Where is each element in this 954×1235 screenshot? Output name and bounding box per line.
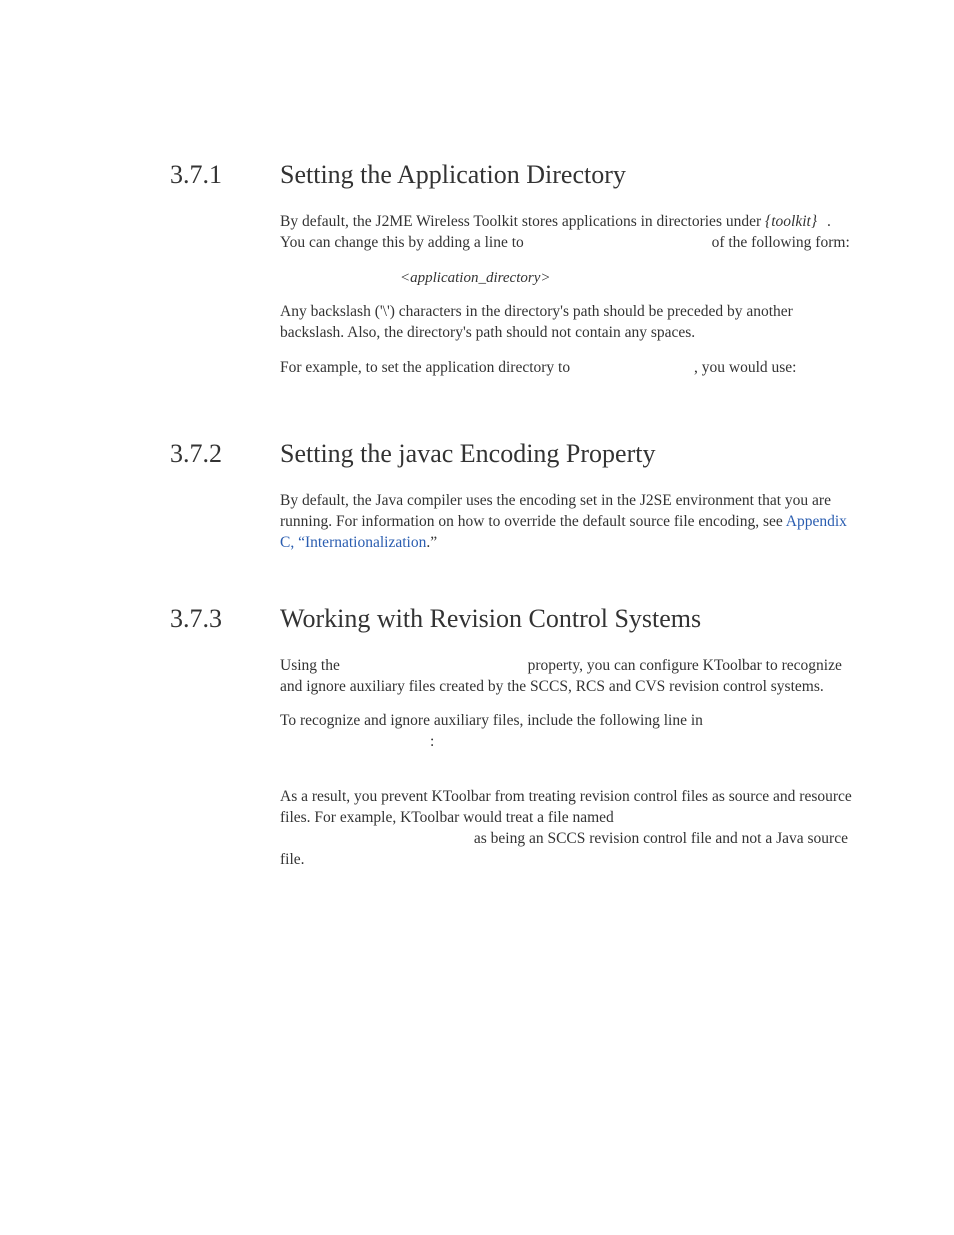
section-title: Setting the Application Directory xyxy=(280,160,626,190)
text: property, you can configure KToolbar to … xyxy=(280,657,842,695)
section-body: By default, the Java compiler uses the e… xyxy=(280,491,854,554)
section-title: Setting the javac Encoding Property xyxy=(280,439,655,469)
section-371: 3.7.1 Setting the Application Directory … xyxy=(170,160,854,379)
section-body: Using the property, you can configure KT… xyxy=(280,656,854,871)
text: of the following form: xyxy=(708,234,850,251)
code-template: <application_directory> xyxy=(400,268,854,288)
text: .” xyxy=(426,534,437,551)
text: To recognize and ignore auxiliary files,… xyxy=(280,712,703,729)
document-page: 3.7.1 Setting the Application Directory … xyxy=(0,0,954,1235)
text: For example, to set the application dire… xyxy=(280,359,574,376)
text: as being an SCCS revision control file a… xyxy=(280,830,848,868)
paragraph: By default, the Java compiler uses the e… xyxy=(280,491,854,554)
text: As a result, you prevent KToolbar from t… xyxy=(280,788,852,826)
section-number: 3.7.2 xyxy=(170,439,280,469)
text: : xyxy=(430,733,434,750)
section-title: Working with Revision Control Systems xyxy=(280,604,701,634)
paragraph: Any backslash ('\') characters in the di… xyxy=(280,302,854,344)
text: By default, the Java compiler uses the e… xyxy=(280,492,831,530)
section-373: 3.7.3 Working with Revision Control Syst… xyxy=(170,604,854,871)
text: , you would use: xyxy=(694,359,796,376)
paragraph: For example, to set the application dire… xyxy=(280,358,854,379)
paragraph: Using the property, you can configure KT… xyxy=(280,656,854,698)
section-body: By default, the J2ME Wireless Toolkit st… xyxy=(280,212,854,379)
toolkit-placeholder: {toolkit} xyxy=(765,213,817,230)
paragraph: By default, the J2ME Wireless Toolkit st… xyxy=(280,212,854,254)
paragraph: To recognize and ignore auxiliary files,… xyxy=(280,711,854,753)
heading-row: 3.7.3 Working with Revision Control Syst… xyxy=(170,604,854,634)
heading-row: 3.7.1 Setting the Application Directory xyxy=(170,160,854,190)
section-372: 3.7.2 Setting the javac Encoding Propert… xyxy=(170,439,854,554)
section-number: 3.7.1 xyxy=(170,160,280,190)
text: Using the xyxy=(280,657,344,674)
section-number: 3.7.3 xyxy=(170,604,280,634)
text: By default, the J2ME Wireless Toolkit st… xyxy=(280,213,765,230)
paragraph: As a result, you prevent KToolbar from t… xyxy=(280,787,854,871)
heading-row: 3.7.2 Setting the javac Encoding Propert… xyxy=(170,439,854,469)
